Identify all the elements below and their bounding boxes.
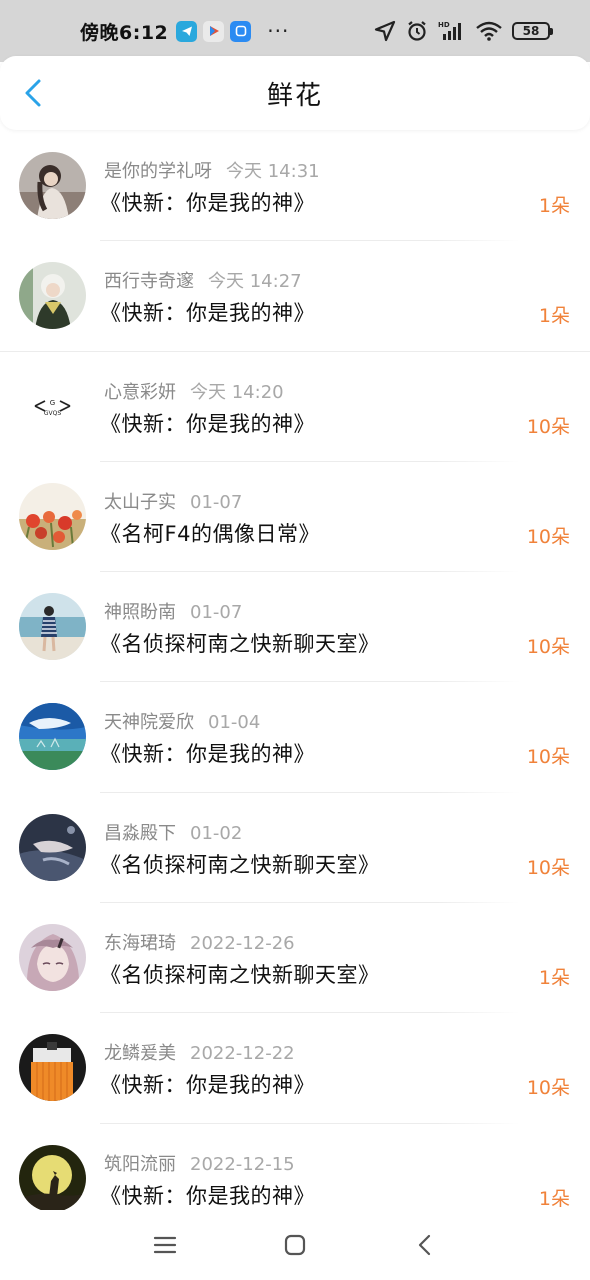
sent-time: 2022-12-26 [190,933,295,955]
book-title: 《快新：你是我的神》 [100,742,315,767]
book-title: 《快新：你是我的神》 [100,1073,315,1098]
sender-name: 心意彩妍 [104,381,176,403]
menu-icon[interactable] [150,1230,180,1260]
sender-name: 筑阳流丽 [104,1153,176,1175]
sender-name: 龙鳞爰美 [104,1043,176,1065]
status-app-icons [176,20,252,42]
wifi-icon [476,21,502,41]
avatar[interactable] [19,1034,86,1102]
flower-count: 1朵 [538,1187,570,1210]
sender-info: 是你的学礼呀 今天 14:31 [104,157,320,183]
flower-count: 10朵 [526,525,570,548]
avatar[interactable] [19,593,86,661]
sender-info: 神照盼南 01-07 [104,598,242,624]
sender-name: 天神院爱欣 [104,712,194,734]
avatar[interactable] [19,152,86,219]
flower-count: 10朵 [526,746,570,769]
svg-text:G: G [50,399,55,407]
sender-info: 天神院爱欣 01-04 [104,708,260,734]
battery-indicator: 58 [512,22,553,40]
sent-time: 今天 14:20 [190,381,284,403]
sender-info: 西行寺奇邃 今天 14:27 [104,267,302,293]
flower-count: 10朵 [526,856,570,879]
book-title: 《名侦探柯南之快新聊天室》 [100,963,380,988]
sent-time: 今天 14:27 [208,271,302,293]
page-header: 鲜花 [0,56,590,130]
sent-time: 01-04 [208,712,261,734]
flower-list: 是你的学礼呀 今天 14:31 《快新：你是我的神》 1朵 西行寺奇邃 今天 14:… [0,131,590,1234]
telegram-icon [176,20,198,42]
sender-name: 神照盼南 [104,602,176,624]
book-title: 《名柯F4的偶像日常》 [100,521,320,546]
sender-name: 西行寺奇邃 [104,271,194,293]
signal-bars-icon: HD [438,20,466,42]
list-item[interactable]: G GVQS 心意彩妍 今天 14:20 《快新：你是我的神》 10朵 [0,352,590,462]
sender-info: 心意彩妍 今天 14:20 [104,378,284,404]
book-title: 《名侦探柯南之快新聊天室》 [100,852,380,877]
sender-info: 昌淼殿下 01-02 [104,819,242,845]
alarm-clock-icon [406,20,428,42]
sent-time: 今天 14:31 [226,161,320,182]
flower-count: 1朵 [538,195,570,217]
book-title: 《快新：你是我的神》 [100,1183,315,1208]
book-title: 《快新：你是我的神》 [100,191,315,215]
status-time: 傍晚6:12 [80,21,169,44]
back-icon[interactable] [410,1230,440,1260]
sender-name: 是你的学礼呀 [104,161,212,182]
sent-time: 01-07 [190,491,243,513]
book-title: 《快新：你是我的神》 [100,301,315,326]
list-item[interactable]: 太山子实 01-07 《名柯F4的偶像日常》 10朵 [0,462,590,573]
chevron-left-icon[interactable] [18,78,48,108]
sent-time: 2022-12-22 [190,1043,295,1065]
avatar[interactable] [19,482,86,550]
sent-time: 01-07 [190,602,243,624]
sent-time: 2022-12-15 [190,1153,295,1175]
play-store-icon [203,20,225,42]
list-item[interactable]: 昌淼殿下 01-02 《名侦探柯南之快新聊天室》 10朵 [0,793,590,904]
sent-time: 01-02 [190,822,243,844]
more-notifications-icon: ··· [267,19,290,43]
sender-name: 太山子实 [104,491,176,513]
list-item[interactable]: 西行寺奇邃 今天 14:27 《快新：你是我的神》 1朵 [0,241,590,352]
flower-count: 10朵 [526,415,570,438]
sender-info: 太山子实 01-07 [104,488,242,514]
flower-count: 1朵 [538,967,570,990]
navigation-arrow-icon [374,20,396,42]
sender-name: 昌淼殿下 [104,822,176,844]
home-square-icon[interactable] [280,1230,310,1260]
list-item[interactable]: 神照盼南 01-07 《名侦探柯南之快新聊天室》 10朵 [0,572,590,683]
avatar[interactable] [19,1144,86,1212]
sender-info: 龙鳞爰美 2022-12-22 [104,1039,295,1065]
system-navigation-bar [0,1210,590,1280]
status-bar: 傍晚6:12 ··· HD 58 [0,0,590,62]
avatar[interactable] [19,703,86,771]
flower-count: 10朵 [526,636,570,659]
flower-count: 10朵 [526,1077,570,1100]
list-item[interactable]: 天神院爱欣 01-04 《快新：你是我的神》 10朵 [0,682,590,793]
list-item[interactable]: 是你的学礼呀 今天 14:31 《快新：你是我的神》 1朵 [0,131,590,242]
sender-info: 东海珺琦 2022-12-26 [104,929,295,955]
list-item[interactable]: 龙鳞爰美 2022-12-22 《快新：你是我的神》 10朵 [0,1013,590,1124]
book-title: 《名侦探柯南之快新聊天室》 [100,632,380,657]
avatar[interactable] [19,813,86,881]
sender-info: 筑阳流丽 2022-12-15 [104,1150,295,1176]
blue-app-icon [230,20,252,42]
avatar[interactable]: G GVQS [19,372,86,440]
list-item[interactable]: 东海珺琦 2022-12-26 《名侦探柯南之快新聊天室》 1朵 [0,903,590,1014]
avatar[interactable] [19,924,86,992]
avatar[interactable] [19,262,86,330]
book-title: 《快新：你是我的神》 [100,411,315,436]
flower-count: 1朵 [538,305,570,328]
sender-name: 东海珺琦 [104,933,176,955]
page-title: 鲜花 [266,80,323,111]
avatar-logo-text: GVQS [44,410,61,417]
svg-text:HD: HD [438,21,450,29]
